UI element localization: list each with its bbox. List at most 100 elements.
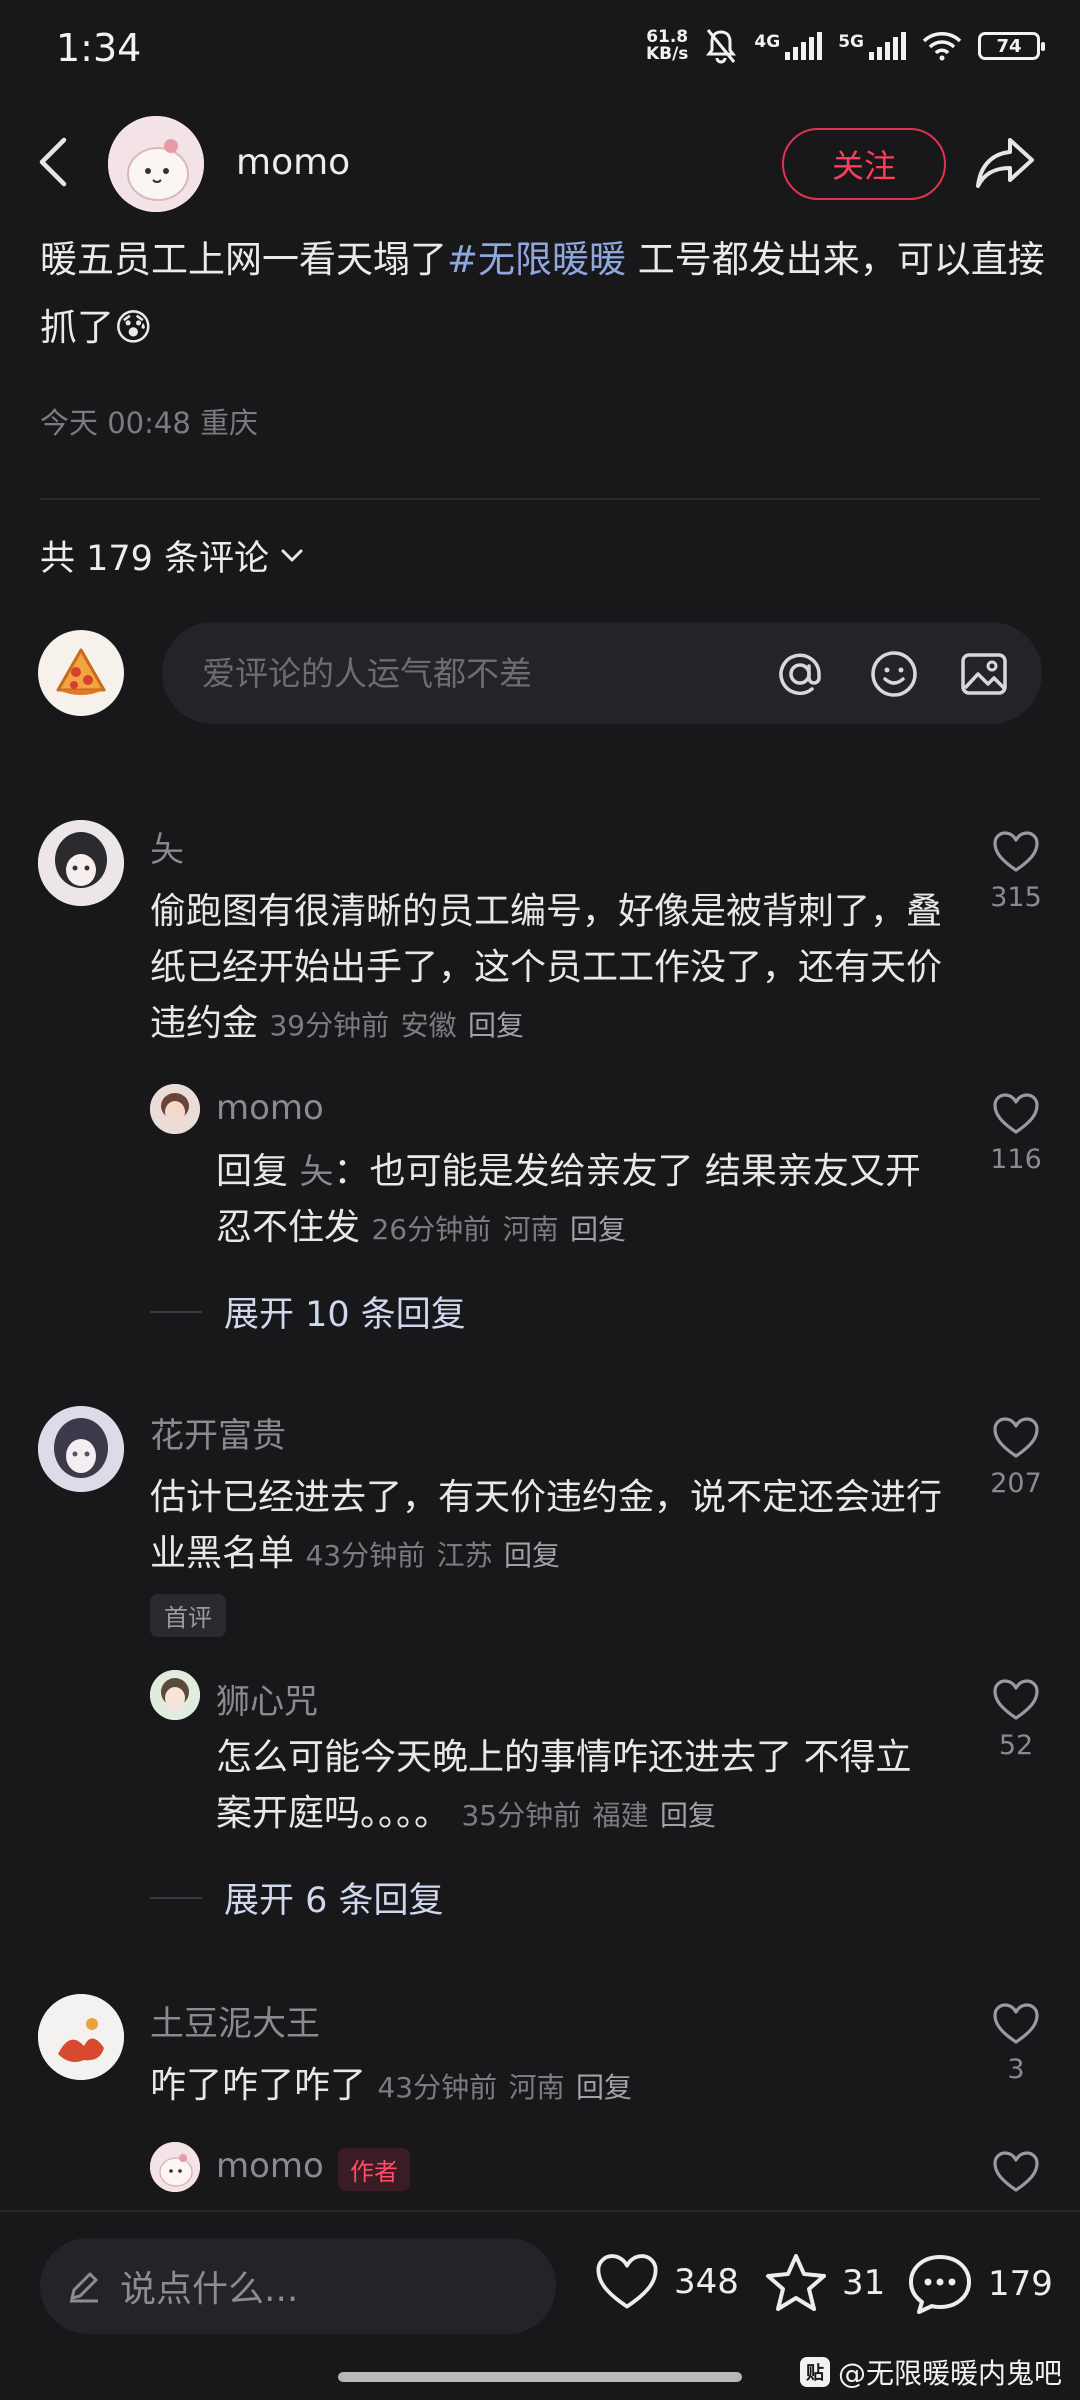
comment-total-count: 179	[988, 2264, 1053, 2304]
heart-icon	[993, 2151, 1039, 2192]
pencil-icon	[70, 2272, 98, 2303]
reply-avatar[interactable]	[150, 1084, 200, 1134]
network-speed: 61.8 KB/s	[646, 29, 688, 63]
emoji-icon[interactable]	[868, 648, 920, 700]
like-button[interactable]	[976, 2150, 1056, 2194]
comment-input[interactable]	[202, 622, 762, 724]
reply-user-name[interactable]: 狮心咒	[216, 1674, 318, 1723]
author-avatar[interactable]	[108, 116, 204, 212]
signal-4g-icon: 4G	[754, 32, 823, 60]
like-count: 3	[1007, 2054, 1025, 2085]
expand-line	[150, 1310, 202, 1313]
divider	[40, 498, 1040, 500]
comment-time: 39分钟前	[269, 1009, 390, 1042]
wifi-icon	[922, 32, 962, 61]
reply-location: 河南	[502, 1213, 559, 1246]
tieba-logo-icon: 贴	[799, 2357, 830, 2387]
reply-location: 福建	[592, 1799, 649, 1832]
post-hashtag[interactable]: #无限暖暖	[447, 238, 626, 281]
reply-time: 35分钟前	[461, 1799, 582, 1832]
like-button[interactable]: 52	[976, 1678, 1056, 1761]
watermark-text: @无限暖暖内鬼吧	[837, 2357, 1062, 2390]
reply-link[interactable]: 回复	[570, 1213, 626, 1246]
back-icon[interactable]	[36, 136, 70, 188]
star-icon	[766, 2254, 826, 2311]
comment-count-sort[interactable]: 共 179 条评论	[40, 530, 305, 581]
share-icon[interactable]	[974, 134, 1036, 190]
post-text-before: 暖五员工上网一看天塌了	[40, 238, 447, 281]
battery-icon: 74	[978, 32, 1045, 60]
like-button[interactable]: 207	[976, 1416, 1056, 1499]
expand-replies[interactable]: 展开 10 条回复	[150, 1286, 466, 1337]
status-icons: 61.8 KB/s 4G 5G 74	[646, 28, 1045, 64]
comment-text: 偷跑图有很清晰的员工编号，好像是被背刺了，叠纸已经开始出手了，这个员工工作没了，…	[150, 884, 950, 1054]
follow-button[interactable]: 关注	[782, 128, 946, 200]
post-emoji: 😰	[114, 306, 153, 349]
chevron-down-icon	[281, 549, 303, 561]
commenter-avatar[interactable]	[38, 1406, 124, 1492]
comment-input-box[interactable]	[162, 622, 1042, 724]
reply-avatar[interactable]	[150, 1670, 200, 1720]
expand-replies[interactable]: 展开 6 条回复	[150, 1872, 444, 1923]
expand-line	[150, 1896, 202, 1899]
heart-icon	[993, 1679, 1039, 1720]
comment-location: 河南	[508, 2071, 565, 2104]
like-count: 207	[990, 1468, 1042, 1499]
my-avatar	[38, 630, 124, 716]
post-location: 重庆	[200, 406, 259, 440]
signal-5g-label: 5G	[838, 32, 864, 52]
reply-link[interactable]: 回复	[576, 2071, 632, 2104]
network-speed-unit: KB/s	[645, 44, 689, 64]
post-text: 暖五员工上网一看天塌了#无限暖暖 工号都发出来，可以直接抓了😰	[40, 226, 1050, 362]
comment-time: 43分钟前	[305, 1539, 426, 1572]
commenter-name[interactable]: 夨	[150, 822, 184, 871]
post-time: 今天 00:48	[40, 406, 191, 440]
reply-time: 26分钟前	[371, 1213, 492, 1246]
post-meta: 今天 00:48 重庆	[40, 400, 258, 442]
like-count: 315	[990, 882, 1042, 913]
favorite-button[interactable]: 31	[764, 2252, 885, 2314]
commenter-avatar[interactable]	[38, 1994, 124, 2080]
heart-icon	[993, 831, 1039, 872]
like-count: 52	[998, 1730, 1034, 1761]
comment-text: 估计已经进去了，有天价违约金，说不定还会进行业黑名单 43分钟前 江苏 回复	[150, 1470, 950, 1584]
image-icon[interactable]	[958, 648, 1010, 700]
comment-body: 咋了咋了咋了	[150, 2065, 367, 2106]
commenter-avatar[interactable]	[38, 820, 124, 906]
heart-icon	[993, 1093, 1039, 1134]
reply-link[interactable]: 回复	[468, 1009, 524, 1042]
comment-bubble-icon	[909, 2255, 971, 2314]
say-something-input[interactable]: 说点什么...	[40, 2238, 556, 2334]
like-post-button[interactable]: 348	[594, 2252, 739, 2312]
like-button[interactable]: 315	[976, 830, 1056, 913]
first-comment-badge: 首评	[150, 1594, 226, 1637]
reply-link[interactable]: 回复	[504, 1539, 560, 1572]
commenter-name[interactable]: 土豆泥大王	[150, 1996, 320, 2045]
like-button[interactable]: 3	[976, 2002, 1056, 2085]
signal-4g-label: 4G	[754, 32, 781, 52]
author-name[interactable]: momo	[236, 142, 350, 183]
reply-user-name[interactable]: momo	[216, 1088, 324, 1128]
say-something-label: 说点什么...	[120, 2269, 299, 2310]
like-button[interactable]: 116	[976, 1092, 1056, 1175]
mute-bell-icon	[706, 29, 737, 64]
reply-text: 回复 夨：也可能是发给亲友了 结果亲友又开忍不住发 26分钟前 河南 回复	[216, 1144, 936, 1258]
expand-replies-label: 展开 6 条回复	[224, 1881, 444, 1921]
comments-button[interactable]: 179	[906, 2252, 1053, 2316]
at-mention-icon[interactable]	[774, 648, 826, 700]
comment-location: 安徽	[400, 1009, 457, 1042]
reply-colon: ：	[333, 1151, 370, 1192]
watermark: 贴 @无限暖暖内鬼吧	[799, 2352, 1062, 2392]
reply-to-user[interactable]: 夨	[299, 1152, 333, 1192]
like-count: 116	[990, 1144, 1042, 1175]
expand-replies-label: 展开 10 条回复	[224, 1295, 466, 1335]
home-indicator[interactable]	[338, 2372, 742, 2382]
commenter-name[interactable]: 花开富贵	[150, 1408, 286, 1457]
reply-avatar[interactable]	[150, 2142, 200, 2192]
signal-5g-icon: 5G	[838, 32, 906, 60]
comment-text: 咋了咋了咋了 43分钟前 河南 回复	[150, 2058, 950, 2116]
battery-level: 74	[996, 35, 1022, 57]
reply-link[interactable]: 回复	[660, 1799, 716, 1832]
reply-user-name[interactable]: momo	[216, 2146, 324, 2186]
post-like-count: 348	[674, 2262, 739, 2302]
